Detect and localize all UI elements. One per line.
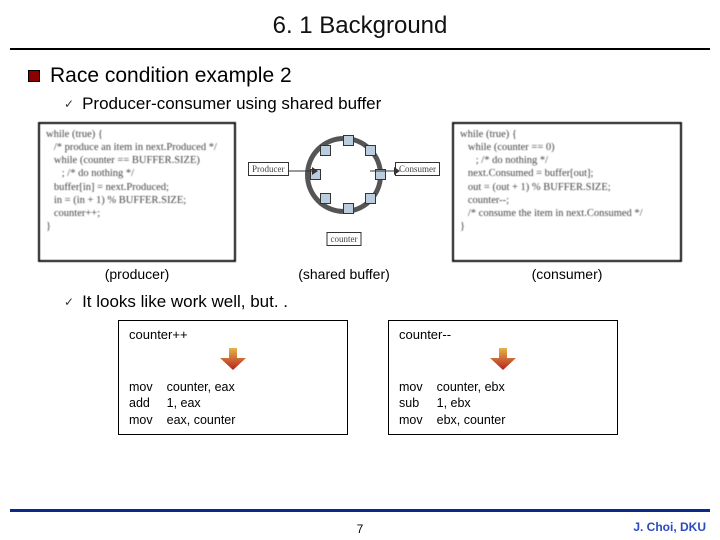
counter-label-box: counter: [327, 232, 362, 246]
check-icon: ✓: [64, 97, 74, 111]
heading-text: Race condition example 2: [50, 64, 292, 88]
diagram-row: while (true) { /* produce an item in nex…: [38, 122, 682, 262]
footer-credit: J. Choi, DKU: [633, 520, 706, 534]
asm-left-args: counter, eax 1, eax eax, counter: [167, 379, 236, 428]
consumer-code: while (true) { while (counter == 0) ; /*…: [452, 122, 682, 262]
sub2-text: It looks like work well, but. .: [82, 292, 288, 312]
check-icon: ✓: [64, 295, 74, 309]
footer-divider: [10, 509, 710, 512]
asm-box-decrement: counter-- mov sub mov counter, ebx 1, eb…: [388, 320, 618, 435]
slide-title: 6. 1 Background: [10, 0, 710, 50]
asm-left-title: counter++: [129, 327, 337, 342]
label-producer: (producer): [38, 266, 236, 282]
bullet-main: Race condition example 2: [28, 64, 692, 88]
sub-bullet-2: ✓ It looks like work well, but. .: [64, 292, 692, 312]
asm-right-args: counter, ebx 1, ebx ebx, counter: [437, 379, 506, 428]
producer-label-box: Producer: [248, 162, 289, 176]
producer-code: while (true) { /* produce an item in nex…: [38, 122, 236, 262]
page-number: 7: [357, 522, 364, 536]
buffer-diagram: Producer Consumer counter: [244, 122, 444, 262]
asm-left-ops: mov add mov: [129, 379, 153, 428]
asm-right-ops: mov sub mov: [399, 379, 423, 428]
assembly-row: counter++ mov add mov counter, eax 1, ea…: [118, 320, 652, 435]
sub1-text: Producer-consumer using shared buffer: [82, 94, 381, 114]
consumer-label-box: Consumer: [395, 162, 440, 176]
sub-bullet-1: ✓ Producer-consumer using shared buffer: [64, 94, 692, 114]
down-arrow-icon: [399, 348, 607, 373]
arrow-icon: [288, 166, 318, 176]
label-shared: (shared buffer): [236, 266, 452, 282]
asm-box-increment: counter++ mov add mov counter, eax 1, ea…: [118, 320, 348, 435]
down-arrow-icon: [129, 348, 337, 373]
diagram-labels: (producer) (shared buffer) (consumer): [38, 266, 682, 282]
slide-content: Race condition example 2 ✓ Producer-cons…: [0, 50, 720, 435]
label-consumer: (consumer): [452, 266, 682, 282]
arrow-icon: [370, 166, 400, 176]
asm-right-title: counter--: [399, 327, 607, 342]
square-bullet-icon: [28, 70, 40, 82]
